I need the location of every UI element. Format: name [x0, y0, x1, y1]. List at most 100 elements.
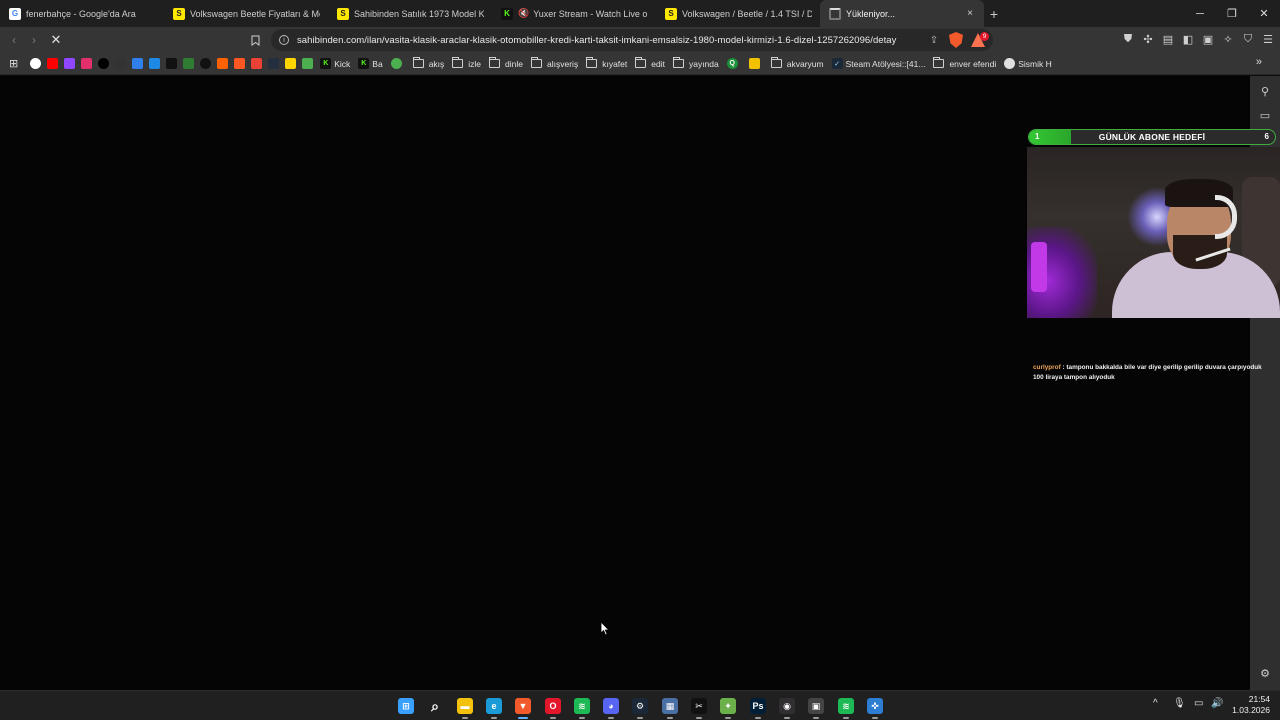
url-text[interactable]: sahibinden.com/ilan/vasita-klasik-aracla…: [297, 35, 896, 46]
taskbar-brave-button[interactable]: ▼: [513, 696, 533, 719]
bookmark-item[interactable]: K Kick: [316, 54, 354, 74]
brave-shields-icon[interactable]: [949, 32, 963, 48]
tab-beetle-tsi[interactable]: S Volkswagen / Beetle / 1.4 TSI / Design: [656, 0, 820, 27]
kick-icon: K: [320, 58, 332, 69]
apps-grid-icon: ⊞: [9, 58, 19, 70]
bookmark-item[interactable]: alışveriş: [527, 54, 582, 74]
bookmark-github[interactable]: [112, 54, 129, 74]
more-bookmarks-button[interactable]: »: [1256, 56, 1262, 68]
bookmark-amazon[interactable]: [265, 54, 282, 74]
bookmark-w[interactable]: [163, 54, 180, 74]
taskbar-opera-button[interactable]: O: [543, 696, 563, 719]
taskbar-obs-button[interactable]: ◉: [777, 696, 797, 719]
clock[interactable]: 21:54 1.03.2026: [1232, 694, 1270, 716]
bookmark-google[interactable]: [27, 54, 44, 74]
bookmark-item[interactable]: K Ba: [354, 54, 386, 74]
taskbar-capcut-button[interactable]: ✂: [689, 696, 709, 719]
bookmark-play[interactable]: [146, 54, 163, 74]
pin-icon[interactable]: ⚲: [1258, 84, 1272, 98]
media-icon[interactable]: ▤: [1162, 32, 1174, 46]
tab-close-icon[interactable]: ×: [964, 8, 976, 19]
taskbar-windows-start-button[interactable]: ⊞: [396, 696, 416, 716]
sidebar-toggle-icon[interactable]: ◧: [1182, 32, 1194, 46]
bookmark-hb[interactable]: [214, 54, 231, 74]
forward-button[interactable]: ›: [24, 29, 44, 51]
bookmark-item[interactable]: [745, 54, 767, 74]
bookmark-item[interactable]: Sismik H: [1000, 54, 1056, 74]
minimize-button[interactable]: ─: [1184, 0, 1216, 27]
bookmark-item[interactable]: Q: [723, 54, 745, 74]
bookmark-youtube[interactable]: [44, 54, 61, 74]
streamer-webcam: [1027, 147, 1280, 318]
back-button[interactable]: ‹: [4, 29, 24, 51]
taskbar-network-app-button[interactable]: ✜: [865, 696, 885, 719]
tray-chevron-icon[interactable]: ^: [1153, 698, 1158, 709]
extension-icons: ⛊ ✣ ▤ ◧ ▣ ✧ ⛉ ☰: [1122, 32, 1274, 46]
bookmark-x[interactable]: [95, 54, 112, 74]
bookmark-target[interactable]: [197, 54, 214, 74]
microphone-icon[interactable]: 🎙: [1173, 698, 1186, 709]
wallet-icon[interactable]: ▣: [1202, 32, 1214, 46]
subscriber-goal-bar: 1 GÜNLÜK ABONE HEDEFİ 6: [1028, 129, 1276, 145]
taskbar-discord-button[interactable]: ◕: [601, 696, 621, 719]
ublock-icon[interactable]: ⛊: [1122, 32, 1134, 46]
volume-icon[interactable]: 🔊: [1211, 698, 1223, 709]
tab-loading[interactable]: Yükleniyor... ×: [820, 0, 984, 27]
bookmark-item[interactable]: dinle: [485, 54, 527, 74]
bookmark-twitch[interactable]: [61, 54, 78, 74]
bookmark-item[interactable]: yayında: [669, 54, 723, 74]
taskbar-edge-button[interactable]: e: [484, 696, 504, 719]
bookmark-item[interactable]: edit: [631, 54, 669, 74]
bookmark-item[interactable]: enver efendi: [929, 54, 1000, 74]
bookmark-label: yayında: [688, 58, 719, 69]
bookmark-item[interactable]: kıyafet: [582, 54, 631, 74]
bookmark-item[interactable]: akış: [409, 54, 449, 74]
muted-speaker-icon[interactable]: 🔇: [518, 8, 529, 19]
bookmark-bird[interactable]: [299, 54, 316, 74]
bookmark-orange-ring[interactable]: [231, 54, 248, 74]
close-window-button[interactable]: ✕: [1248, 0, 1280, 27]
share-icon[interactable]: ⇪: [927, 33, 941, 47]
tab-google-search[interactable]: G fenerbahçe - Google'da Ara: [0, 0, 164, 27]
apps-grid-button[interactable]: ⊞: [6, 54, 21, 74]
new-tab-button[interactable]: +: [984, 0, 1004, 27]
bookmark-item[interactable]: izle: [448, 54, 485, 74]
taskbar-chat-app-button[interactable]: ✦: [718, 696, 738, 719]
site-info-icon[interactable]: i: [279, 35, 289, 45]
bookmark-item[interactable]: akvaryum: [767, 54, 828, 74]
leaf-icon: [183, 58, 195, 69]
bookmark-leaf[interactable]: [180, 54, 197, 74]
stop-loading-button[interactable]: ✕: [46, 29, 66, 51]
folder-icon: [635, 57, 647, 68]
taskbar-settings-app-button[interactable]: ▣: [806, 696, 826, 719]
taskbar-steam-button[interactable]: ⚙: [630, 696, 650, 719]
tab-kick-stream[interactable]: K 🔇 Yuxer Stream - Watch Live on Kick: [492, 0, 656, 27]
menu-icon[interactable]: ☰: [1262, 32, 1274, 46]
bookmark-cloud[interactable]: [129, 54, 146, 74]
tab-sahibinden-1973[interactable]: S Sahibinden Satılık 1973 Model Km Ve: [328, 0, 492, 27]
taskbar-calculator-button[interactable]: ▦: [660, 696, 680, 719]
extensions-puzzle-icon[interactable]: ✣: [1142, 32, 1154, 46]
settings-gear-icon[interactable]: ⚙: [1258, 666, 1272, 680]
bookmark-page-icon[interactable]: [248, 32, 262, 48]
taskbar-spotify-2-button[interactable]: ≋: [836, 696, 856, 719]
vpn-shield-icon[interactable]: ⛉: [1242, 32, 1254, 46]
screen-icon[interactable]: ▭: [1258, 108, 1272, 122]
tab-beetle-prices[interactable]: S Volkswagen Beetle Fiyatları & Model: [164, 0, 328, 27]
google-icon: G: [9, 7, 21, 20]
bookmark-gmail[interactable]: [248, 54, 265, 74]
address-bar[interactable]: i sahibinden.com/ilan/vasita-klasik-arac…: [271, 29, 993, 51]
display-icon[interactable]: ▭: [1194, 698, 1203, 709]
taskbar-spotify-button[interactable]: ≋: [572, 696, 592, 719]
bookmark-yellow-tag[interactable]: [282, 54, 299, 74]
bookmark-item[interactable]: ✓ Steam Atölyesi::[41...: [828, 54, 930, 74]
leo-ai-icon[interactable]: ✧: [1222, 32, 1234, 46]
taskbar-file-explorer-button[interactable]: ▬: [455, 696, 475, 719]
taskbar-photoshop-button[interactable]: Ps: [748, 696, 768, 719]
taskbar-search-button[interactable]: ⌕: [425, 696, 445, 716]
restore-button[interactable]: ❐: [1216, 0, 1248, 27]
bookmark-instagram[interactable]: [78, 54, 95, 74]
cloud-icon: [132, 58, 144, 69]
bookmark-item[interactable]: [387, 54, 409, 74]
bookmark-label: akvaryum: [786, 58, 824, 69]
